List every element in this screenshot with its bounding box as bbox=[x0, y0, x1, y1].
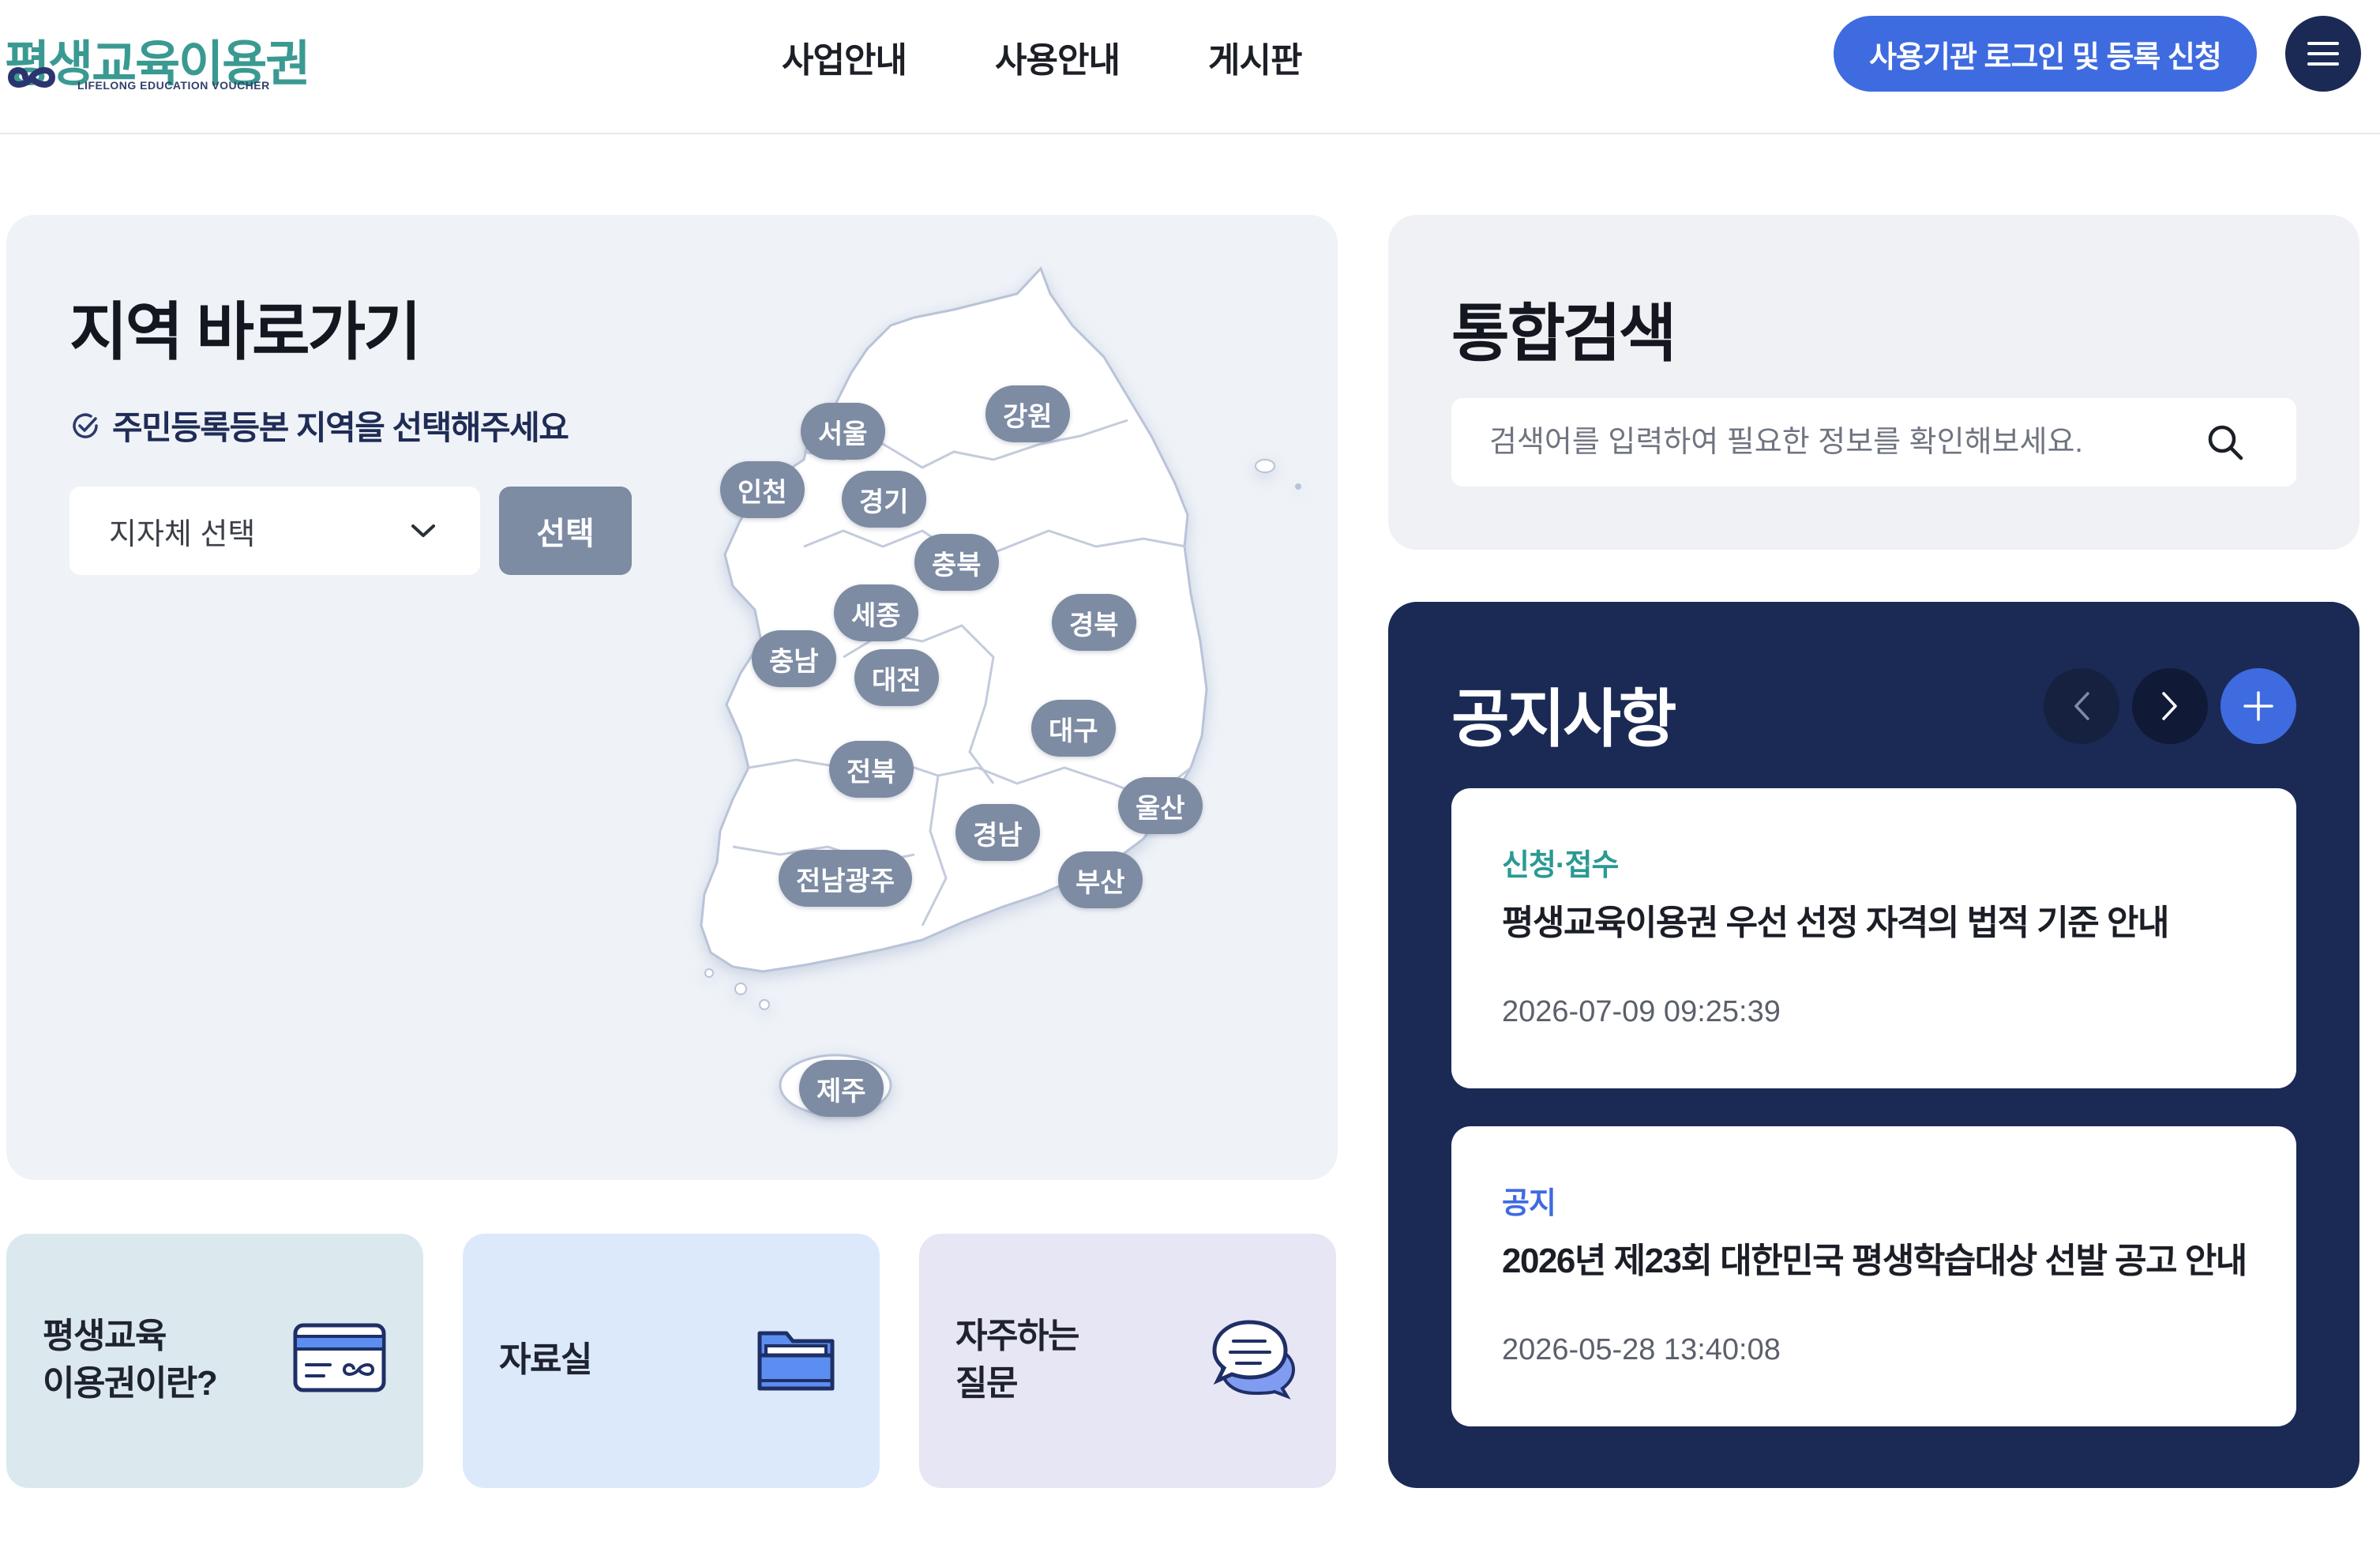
logo-subtitle: LIFELONG EDUCATION VOUCHER bbox=[77, 79, 270, 92]
quick-link-label-line1: 자주하는 bbox=[955, 1317, 1079, 1355]
infinity-icon bbox=[8, 67, 56, 88]
region-pill-jeju[interactable]: 제주 bbox=[799, 1060, 884, 1117]
region-pill-daegu[interactable]: 대구 bbox=[1031, 700, 1116, 757]
notice-more-button[interactable] bbox=[2220, 668, 2296, 744]
quick-link-label-line1: 자료실 bbox=[499, 1340, 592, 1379]
nav-board[interactable]: 게시판 bbox=[1208, 32, 1302, 80]
region-pill-sejong[interactable]: 세종 bbox=[834, 584, 918, 641]
site-logo[interactable]: 평생교육이용권 LIFELONG EDUCATION VOUCHER bbox=[5, 21, 310, 100]
quick-link-label-line2: 이용권이란? bbox=[43, 1364, 218, 1403]
notice-category: 신청·접수 bbox=[1502, 849, 1619, 882]
quick-link-voucher-intro[interactable]: 평생교육 이용권이란? bbox=[6, 1234, 423, 1488]
notice-category: 공지 bbox=[1502, 1187, 1556, 1220]
notice-item-title: 2026년 제23회 대한민국 평생학습대상 선발 공고 안내 bbox=[1502, 1242, 2247, 1280]
chevron-right-icon bbox=[2162, 692, 2177, 720]
notice-item[interactable]: 공지 2026년 제23회 대한민국 평생학습대상 선발 공고 안내 2026-… bbox=[1451, 1126, 2296, 1426]
notice-item-title: 평생교육이용권 우선 선정 자격의 법적 기준 안내 bbox=[1502, 904, 2169, 942]
search-input[interactable] bbox=[1451, 398, 2296, 487]
region-pill-seoul[interactable]: 서울 bbox=[801, 403, 885, 460]
notice-panel: 공지사항 신청·접수 평생교육이용권 우선 선정 자격의 법적 기준 안내 20… bbox=[1388, 602, 2359, 1488]
search-title: 통합검색 bbox=[1451, 299, 1676, 369]
region-pill-daejeon[interactable]: 대전 bbox=[854, 649, 939, 706]
region-shortcut-panel: 지역 바로가기 주민등록등본 지역을 선택해주세요 지자체 선택 선택 서울 강… bbox=[6, 215, 1338, 1180]
notice-item-date: 2026-07-09 09:25:39 bbox=[1502, 995, 1781, 1028]
region-pill-ulsan[interactable]: 울산 bbox=[1118, 777, 1203, 834]
notice-prev-button[interactable] bbox=[2044, 668, 2119, 744]
quick-link-faq[interactable]: 자주하는 질문 bbox=[919, 1234, 1336, 1488]
region-pill-gangwon[interactable]: 강원 bbox=[985, 385, 1070, 442]
korea-map bbox=[700, 266, 1301, 1117]
chevron-left-icon bbox=[2074, 692, 2089, 720]
folder-icon bbox=[757, 1331, 835, 1391]
site-header: 평생교육이용권 LIFELONG EDUCATION VOUCHER 사업안내 … bbox=[0, 0, 2380, 134]
notice-next-button[interactable] bbox=[2132, 668, 2208, 744]
region-pill-gyeongbuk[interactable]: 경북 bbox=[1052, 594, 1136, 651]
region-pill-gyeongnam[interactable]: 경남 bbox=[955, 804, 1040, 861]
region-pill-incheon[interactable]: 인천 bbox=[720, 461, 805, 518]
region-pill-chungbuk[interactable]: 충북 bbox=[914, 534, 999, 591]
nav-business-info[interactable]: 사업안내 bbox=[782, 32, 907, 80]
region-pill-busan[interactable]: 부산 bbox=[1058, 851, 1143, 908]
region-pill-jeonbuk[interactable]: 전북 bbox=[829, 741, 914, 798]
plus-icon bbox=[2243, 691, 2273, 721]
voucher-card-icon bbox=[293, 1323, 386, 1392]
hamburger-menu-button[interactable] bbox=[2285, 16, 2361, 92]
search-icon[interactable] bbox=[2206, 423, 2244, 461]
institution-login-button[interactable]: 사용기관 로그인 및 등록 신청 bbox=[1834, 16, 2257, 92]
nav-usage-guide[interactable]: 사용안내 bbox=[995, 32, 1121, 80]
notice-item[interactable]: 신청·접수 평생교육이용권 우선 선정 자격의 법적 기준 안내 2026-07… bbox=[1451, 788, 2296, 1088]
quick-link-label-line1: 평생교육 bbox=[43, 1317, 167, 1355]
integrated-search-panel: 통합검색 bbox=[1388, 215, 2359, 550]
chat-bubbles-icon bbox=[1212, 1320, 1296, 1400]
region-pill-gyeonggi[interactable]: 경기 bbox=[842, 471, 926, 528]
region-pill-chungnam[interactable]: 충남 bbox=[752, 630, 836, 687]
notice-item-date: 2026-05-28 13:40:08 bbox=[1502, 1333, 1781, 1366]
quick-link-archive[interactable]: 자료실 bbox=[463, 1234, 880, 1488]
quick-link-label-line2: 질문 bbox=[955, 1364, 1018, 1403]
region-pill-jeonnam-gwangju[interactable]: 전남광주 bbox=[779, 850, 913, 907]
notice-title: 공지사항 bbox=[1451, 684, 1676, 754]
hamburger-icon bbox=[2307, 42, 2339, 66]
